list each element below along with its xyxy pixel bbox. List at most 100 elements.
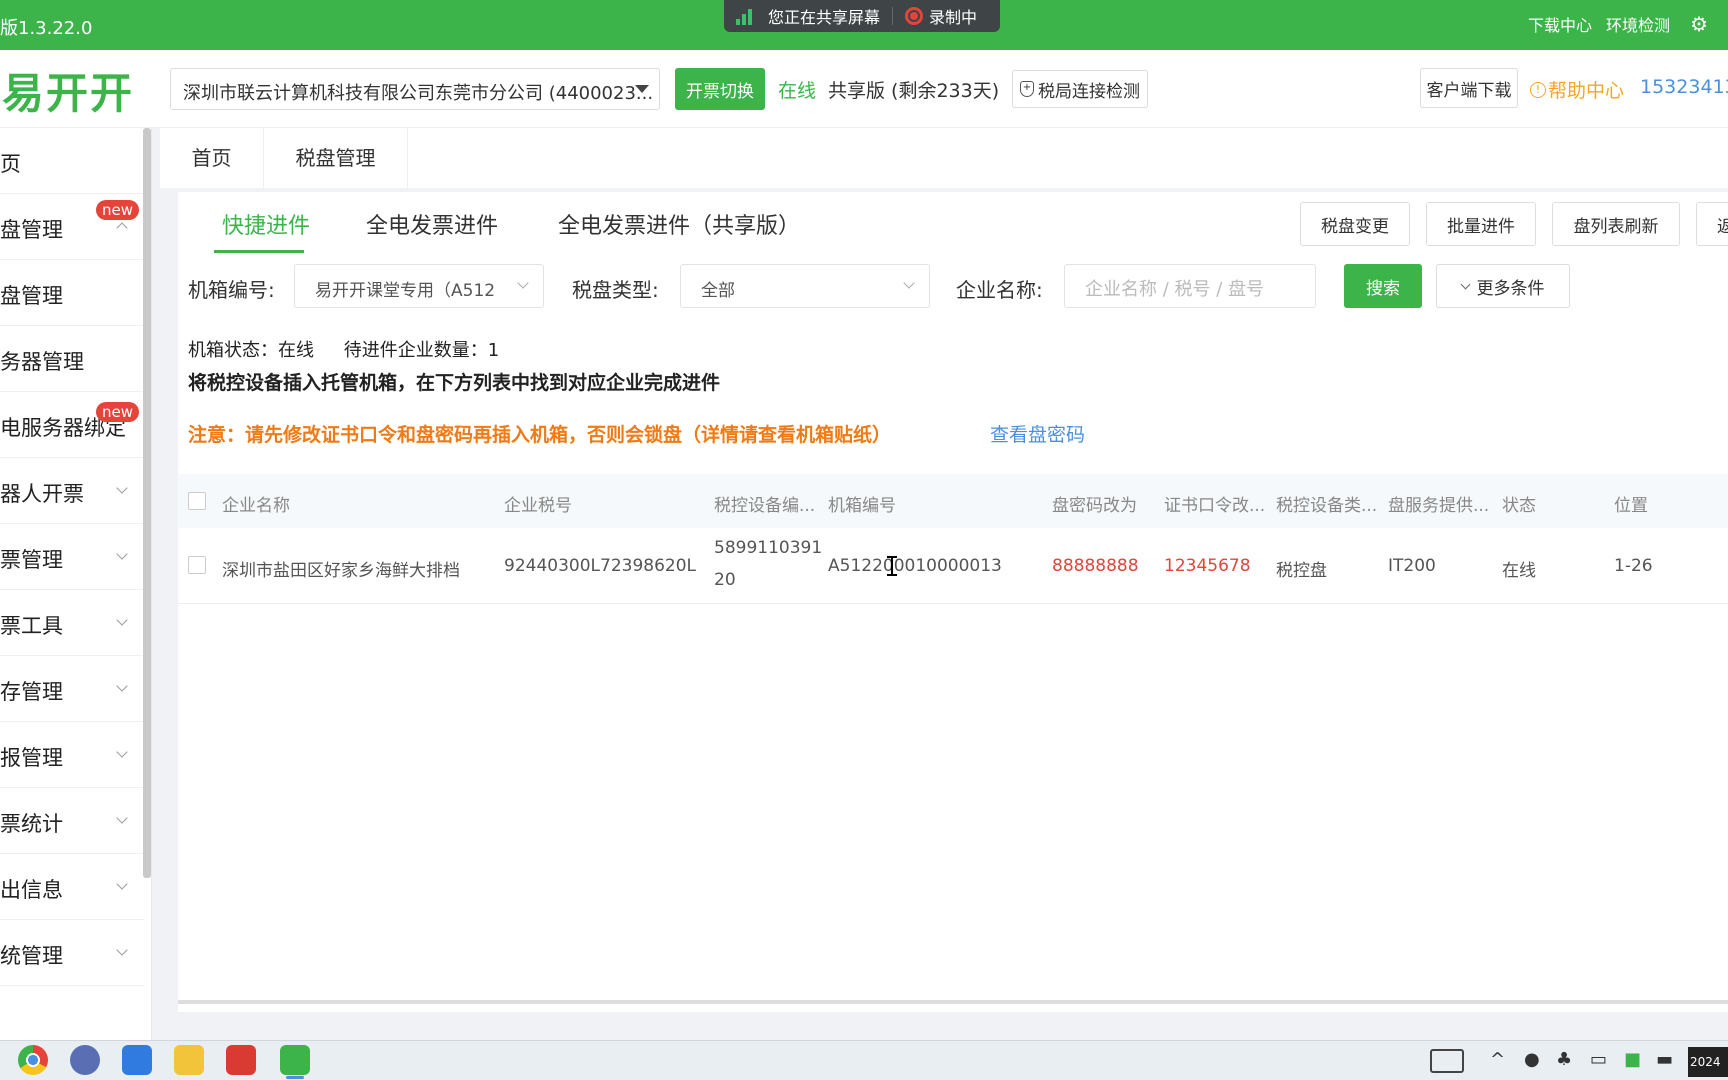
view-password-link[interactable]: 查看盘密码 bbox=[990, 420, 1085, 447]
help-center-link[interactable]: ! 帮助中心 bbox=[1530, 76, 1624, 103]
pending-count: 待进件企业数量：1 bbox=[343, 340, 500, 361]
cell-disk-password: 88888888 bbox=[1052, 556, 1139, 576]
col-device-no[interactable]: 税控设备编... bbox=[714, 491, 815, 516]
shared-version-label: 共享版 (剩余233天) bbox=[828, 80, 1000, 102]
battery-icon[interactable]: ▬ bbox=[1656, 1049, 1673, 1073]
chevron-down-icon bbox=[116, 548, 128, 560]
shield-tray-icon[interactable]: ■ bbox=[1624, 1049, 1641, 1073]
yikaikai-app-icon[interactable] bbox=[280, 1045, 310, 1079]
box-label: 机箱编号: bbox=[188, 278, 275, 302]
box-select[interactable]: 易开开课堂专用（A512 bbox=[294, 264, 544, 308]
cell-device-no-line1: 5899110391 bbox=[714, 538, 823, 558]
sidebar-item-invoice-management[interactable]: 票管理 bbox=[0, 524, 144, 590]
sidebar-item-server-management[interactable]: 务器管理 bbox=[0, 326, 144, 392]
sidebar-item-stock-management[interactable]: 存管理 bbox=[0, 656, 144, 722]
sidebar: 页 盘管理 new 盘管理 务器管理 电服务器绑定 new 器人开票 票管理 票… bbox=[0, 128, 152, 1040]
logo: 易开开 bbox=[2, 69, 135, 118]
chevron-down-icon bbox=[1460, 279, 1470, 289]
client-download-button[interactable]: 客户端下载 bbox=[1420, 68, 1518, 108]
sidebar-item-invoice-stats[interactable]: 票统计 bbox=[0, 788, 144, 854]
tab-full-e-invoice[interactable]: 全电发票进件 bbox=[366, 208, 498, 240]
cell-provider: IT200 bbox=[1388, 556, 1436, 576]
company-search-input[interactable]: 企业名称 / 税号 / 盘号 bbox=[1064, 264, 1316, 308]
cell-status: 在线 bbox=[1502, 561, 1536, 581]
printer-icon[interactable]: ▭ bbox=[1590, 1049, 1607, 1073]
sidebar-item-system-management[interactable]: 统管理 bbox=[0, 920, 144, 986]
company-name-label: 企业名称: bbox=[956, 278, 1043, 302]
feather-app-icon[interactable] bbox=[70, 1045, 100, 1075]
sidebar-item-disk-sub[interactable]: 盘管理 bbox=[0, 260, 144, 326]
horizontal-scrollbar[interactable] bbox=[178, 1000, 1728, 1004]
folder-icon[interactable] bbox=[174, 1045, 204, 1075]
recording-text: 录制中 bbox=[929, 8, 978, 27]
disk-change-button[interactable]: 税盘变更 bbox=[1300, 202, 1410, 246]
box-status-line: 机箱状态：在线 待进件企业数量：1 bbox=[188, 336, 499, 362]
clock[interactable]: 2024 bbox=[1688, 1047, 1728, 1077]
tab-full-e-invoice-shared[interactable]: 全电发票进件（共享版） bbox=[558, 208, 800, 240]
col-box-no[interactable]: 机箱编号 bbox=[828, 491, 896, 516]
col-provider[interactable]: 盘服务提供... bbox=[1388, 491, 1489, 516]
box-status: 机箱状态：在线 bbox=[188, 340, 314, 361]
version-label: 版1.3.22.0 bbox=[0, 18, 93, 39]
download-center-link[interactable]: 下载中心 bbox=[1528, 12, 1592, 36]
select-all-checkbox[interactable] bbox=[188, 492, 206, 510]
more-conditions-button[interactable]: 更多条件 bbox=[1436, 264, 1570, 308]
tab-quick-onboarding[interactable]: 快捷进件 bbox=[222, 208, 310, 240]
user-phone[interactable]: 15323413 bbox=[1640, 76, 1728, 98]
sidebar-item-invoice-tools[interactable]: 票工具 bbox=[0, 590, 144, 656]
screen-share-indicator[interactable]: 您正在共享屏幕 录制中 bbox=[724, 0, 1000, 32]
gear-icon[interactable]: ⚙ bbox=[1690, 12, 1708, 36]
sidebar-item-basic-info[interactable]: 出信息 bbox=[0, 854, 144, 920]
tax-connection-check-button[interactable]: + 税局连接检测 bbox=[1012, 70, 1148, 108]
cell-position: 1-26 bbox=[1614, 556, 1653, 576]
new-badge: new bbox=[96, 402, 140, 422]
qq-icon[interactable]: ♣ bbox=[1556, 1049, 1572, 1073]
new-badge: new bbox=[96, 200, 140, 220]
wps-icon[interactable] bbox=[226, 1045, 256, 1075]
col-company-name[interactable]: 企业名称 bbox=[222, 491, 290, 516]
tab-home[interactable]: 首页 bbox=[160, 128, 264, 188]
chevron-down-icon bbox=[116, 746, 128, 758]
chevron-up-icon bbox=[116, 222, 128, 234]
warning-notice: 注意：请先修改证书口令和盘密码再插入机箱，否则会锁盘（详情请查看机箱贴纸） bbox=[188, 424, 892, 446]
chevron-down-icon bbox=[116, 812, 128, 824]
photos-icon[interactable] bbox=[122, 1045, 152, 1075]
col-tax-no[interactable]: 企业税号 bbox=[504, 491, 572, 516]
chevron-down-icon bbox=[116, 878, 128, 890]
tab-disk-management[interactable]: 税盘管理 bbox=[264, 128, 408, 188]
sharing-text: 您正在共享屏幕 bbox=[768, 8, 881, 27]
keyboard-icon[interactable] bbox=[1430, 1049, 1464, 1073]
extra-button[interactable]: 返 bbox=[1696, 202, 1728, 246]
col-position[interactable]: 位置 bbox=[1614, 491, 1648, 516]
env-check-link[interactable]: 环境检测 bbox=[1606, 12, 1670, 36]
col-device-type[interactable]: 税控设备类... bbox=[1276, 491, 1377, 516]
sidebar-item-home[interactable]: 页 bbox=[0, 128, 144, 194]
row-checkbox[interactable] bbox=[188, 556, 206, 574]
chevron-up-icon[interactable]: ^ bbox=[1490, 1049, 1505, 1073]
header: 易开开 深圳市联云计算机科技有限公司东莞市分公司 (4400023... 开票切… bbox=[0, 50, 1728, 128]
col-disk-password[interactable]: 盘密码改为 bbox=[1052, 491, 1137, 516]
cell-device-type: 税控盘 bbox=[1276, 561, 1327, 581]
refresh-list-button[interactable]: 盘列表刷新 bbox=[1552, 202, 1680, 246]
disk-type-select[interactable]: 全部 bbox=[680, 264, 930, 308]
batch-onboard-button[interactable]: 批量进件 bbox=[1426, 202, 1536, 246]
sidebar-item-robot-invoicing[interactable]: 器人开票 bbox=[0, 458, 144, 524]
col-status[interactable]: 状态 bbox=[1502, 491, 1536, 516]
company-select[interactable]: 深圳市联云计算机科技有限公司东莞市分公司 (4400023... bbox=[170, 68, 660, 110]
col-cert-password[interactable]: 证书口令改... bbox=[1164, 491, 1265, 516]
table-header: 企业名称 企业税号 税控设备编... 机箱编号 盘密码改为 证书口令改... 税… bbox=[178, 474, 1728, 528]
chevron-down-icon bbox=[116, 944, 128, 956]
main-panel: 快捷进件 全电发票进件 全电发票进件（共享版） 税盘变更 批量进件 盘列表刷新 … bbox=[178, 192, 1728, 1012]
sidebar-item-report-management[interactable]: 报管理 bbox=[0, 722, 144, 788]
chevron-down-icon bbox=[116, 614, 128, 626]
os-taskbar: ^ ● ♣ ▭ ■ ▬ 2024 bbox=[0, 1040, 1728, 1080]
chrome-icon[interactable] bbox=[18, 1045, 48, 1075]
search-button[interactable]: 搜索 bbox=[1344, 264, 1422, 308]
table-row[interactable]: 深圳市盐田区好家乡海鲜大排档 92440300L72398620L 589911… bbox=[178, 528, 1728, 604]
signal-icon bbox=[736, 7, 758, 25]
microphone-icon[interactable]: ● bbox=[1524, 1049, 1540, 1073]
cell-company-name: 深圳市盐田区好家乡海鲜大排档 bbox=[222, 561, 460, 581]
sidebar-scrollbar[interactable] bbox=[143, 128, 151, 878]
invoice-switch-button[interactable]: 开票切换 bbox=[675, 68, 765, 110]
online-status: 在线 bbox=[778, 80, 817, 102]
